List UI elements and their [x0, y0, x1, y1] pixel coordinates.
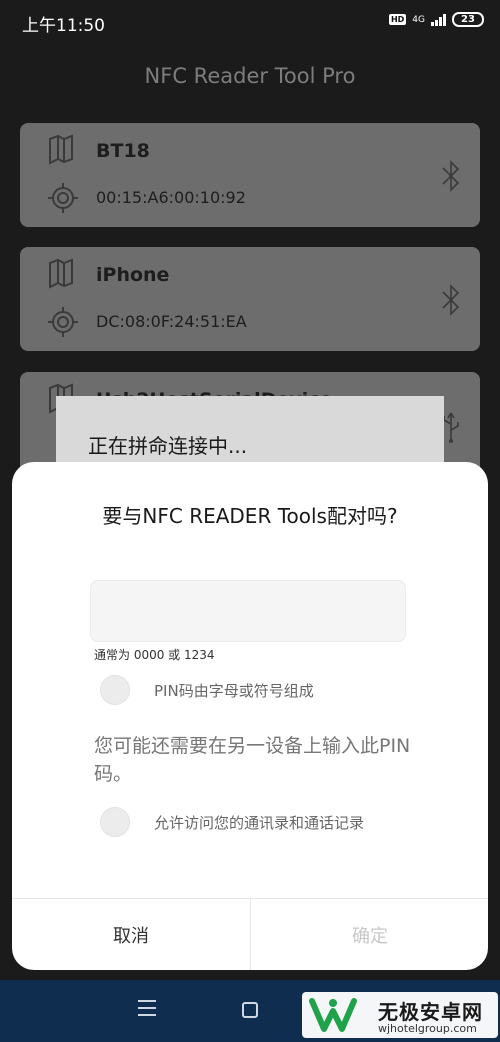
app-title: NFC Reader Tool Pro [144, 64, 356, 88]
contacts-label: 允许访问您的通讯录和通话记录 [154, 813, 365, 832]
battery-icon: 23 [452, 12, 484, 27]
status-bar: 上午11:50 HD 4G 23 [0, 0, 500, 44]
signal-icon [431, 13, 446, 26]
alphanumeric-checkbox[interactable] [100, 675, 130, 705]
address-target-icon [48, 183, 78, 213]
device-name: BT18 [96, 140, 150, 162]
hd-icon: HD [388, 14, 407, 25]
status-icons: HD 4G 23 [388, 12, 484, 27]
device-card-bt18[interactable]: BT18 00:15:A6:00:10:92 [20, 123, 480, 227]
watermark-url: wjhotelgroup.com [378, 1022, 477, 1035]
pairing-dialog: 要与NFC READER Tools配对吗? 通常为 0000 或 1234 P… [12, 462, 488, 970]
menu-icon[interactable] [138, 1000, 156, 1020]
device-address: DC:08:0F:24:51:EA [96, 312, 247, 331]
network-type: 4G [412, 14, 425, 25]
device-name: iPhone [96, 264, 170, 286]
home-icon[interactable] [242, 1002, 258, 1018]
status-time: 上午11:50 [22, 16, 105, 36]
address-target-icon [48, 307, 78, 337]
bluetooth-icon [442, 284, 460, 316]
watermark-logo-icon [309, 998, 357, 1032]
device-address: 00:15:A6:00:10:92 [96, 188, 246, 207]
device-card-iphone[interactable]: iPhone DC:08:0F:24:51:EA [20, 247, 480, 351]
pin-input[interactable] [90, 580, 406, 642]
connecting-message: 正在拼命连接中... [88, 434, 248, 458]
contacts-access-option[interactable]: 允许访问您的通讯录和通话记录 [100, 807, 364, 837]
confirm-button[interactable]: 确定 [251, 899, 489, 970]
pairing-title: 要与NFC READER Tools配对吗? [102, 504, 398, 528]
alphanumeric-pin-option[interactable]: PIN码由字母或符号组成 [100, 675, 314, 705]
device-name-icon [49, 258, 73, 289]
cancel-button[interactable]: 取消 [12, 899, 250, 970]
contacts-checkbox[interactable] [100, 807, 130, 837]
watermark: 无极安卓网 wjhotelgroup.com [302, 992, 498, 1038]
bluetooth-icon [442, 160, 460, 192]
device-name-icon [49, 134, 73, 165]
watermark-name: 无极安卓网 [378, 1000, 483, 1024]
pin-hint: 通常为 0000 或 1234 [94, 648, 215, 662]
pin-info-text: 您可能还需要在另一设备上输入此PIN码。 [94, 735, 411, 785]
alphanumeric-label: PIN码由字母或符号组成 [154, 681, 314, 700]
